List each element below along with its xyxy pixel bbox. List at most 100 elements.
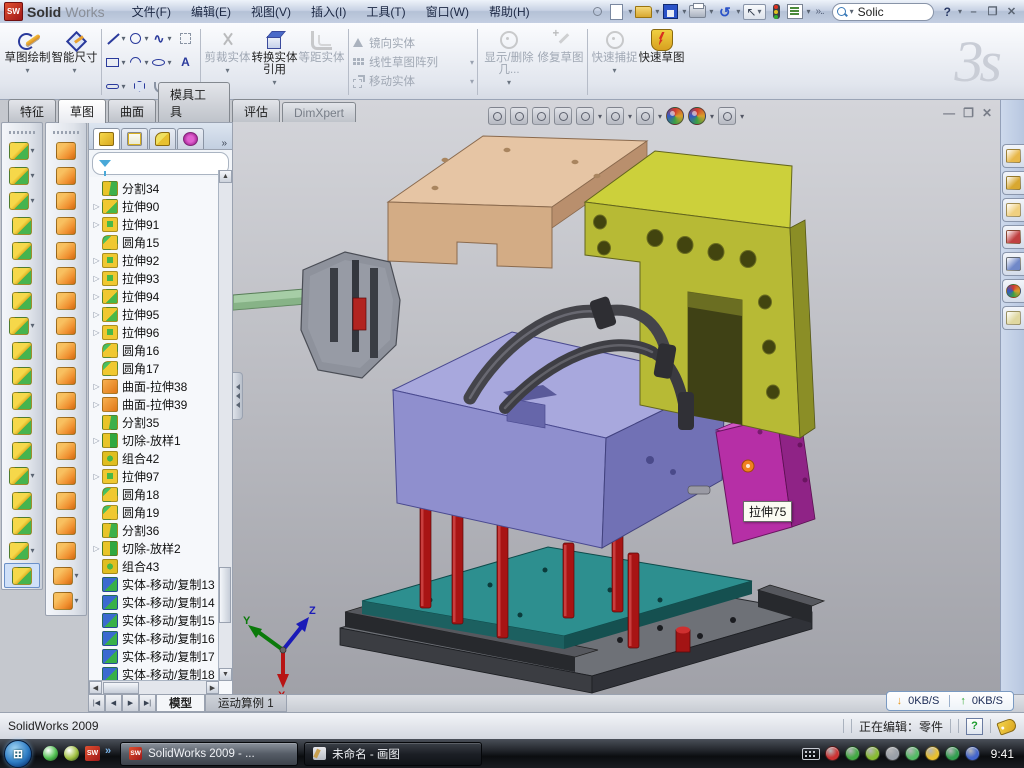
help-button[interactable]: ? [940, 5, 955, 19]
tree-item[interactable]: 分割36 [91, 521, 232, 539]
pin-icon[interactable] [593, 7, 602, 16]
tree-item[interactable]: 圆角16 [91, 341, 232, 359]
rapid-sketch-button[interactable]: 快速草图 [638, 25, 685, 99]
taskbar-task-1[interactable]: 未命名 - 画图 [304, 742, 482, 766]
section-view-icon[interactable] [554, 107, 572, 125]
tree-item[interactable]: ▷拉伸97 [91, 467, 232, 485]
help-caret[interactable]: ▾ [958, 7, 962, 16]
scroll-right-icon[interactable]: ▶ [206, 681, 219, 694]
tree-item[interactable]: 实体-移动/复制13 [91, 575, 232, 593]
rib-button[interactable] [4, 338, 40, 363]
surface-curves-button[interactable]: ▾ [48, 588, 84, 613]
doc-nav-first-button[interactable]: |◀ [88, 695, 105, 712]
doc-nav-previous-button[interactable]: ◀ [105, 695, 122, 712]
axis-button[interactable] [4, 513, 40, 538]
panel-splitter[interactable] [233, 372, 243, 420]
thicken-button[interactable] [48, 338, 84, 363]
view-orientation-caret[interactable]: ▾ [598, 112, 602, 121]
move-entities-button[interactable]: 移动实体 ▾ [352, 73, 474, 89]
view-settings-icon[interactable] [718, 107, 736, 125]
fillet-button[interactable]: ▾ [4, 188, 40, 213]
edit-appearance-icon[interactable] [666, 107, 684, 125]
tab-configuration-manager[interactable] [149, 128, 176, 149]
design-library-tab[interactable] [1002, 171, 1024, 195]
scroll-left-icon[interactable]: ◀ [89, 681, 102, 694]
ellipse-button[interactable]: ▾ [151, 50, 174, 74]
vertical-scroll-thumb[interactable] [219, 567, 231, 623]
tree-item[interactable]: 圆角19 [91, 503, 232, 521]
tree-item[interactable]: ▷拉伸96 [91, 323, 232, 341]
tree-item[interactable]: ▷拉伸90 [91, 197, 232, 215]
surface-curves-caret[interactable]: ▾ [74, 596, 78, 605]
zoom-to-fit-icon[interactable] [488, 107, 506, 125]
extruded-cut-button[interactable]: ▾ [4, 163, 40, 188]
health-shield-tray-icon[interactable] [945, 746, 960, 761]
view-settings-caret[interactable]: ▾ [740, 112, 744, 121]
ribbon-tab-4[interactable]: 评估 [232, 99, 280, 122]
options-button[interactable] [787, 4, 804, 20]
repair-sketch-button[interactable]: 修复草图 [537, 25, 584, 99]
smart-dimension-caret[interactable]: ▾ [72, 65, 76, 77]
expand-arrow-icon[interactable]: ▷ [91, 382, 102, 391]
doc-close-button[interactable]: ✕ [982, 106, 992, 120]
untrim-surface-button[interactable] [48, 513, 84, 538]
undo-button[interactable]: ↺ [716, 4, 733, 20]
sketch-button[interactable]: 草图绘制 ▾ [4, 25, 51, 99]
tree-filter-box[interactable] [92, 152, 229, 175]
expand-arrow-icon[interactable]: ▷ [91, 328, 102, 337]
tree-item[interactable]: ▷曲面-拉伸39 [91, 395, 232, 413]
tab-feature-manager[interactable] [93, 128, 120, 149]
expand-arrow-icon[interactable]: ▷ [91, 220, 102, 229]
spline-button[interactable]: ∿▾ [151, 26, 174, 50]
panel-overflow-chevron[interactable]: » [218, 138, 230, 149]
solidworks-resources-tab[interactable] [1002, 144, 1024, 168]
hide-show-items-icon[interactable] [636, 107, 654, 125]
tree-item[interactable]: 实体-移动/复制15 [91, 611, 232, 629]
tag-icon[interactable] [996, 717, 1017, 735]
toolbar-overflow-icon[interactable]: ».. [816, 6, 824, 17]
reference-geometry-button[interactable]: ▾ [4, 463, 40, 488]
scroll-up-icon[interactable]: ▲ [219, 170, 232, 183]
convert-entities-button[interactable]: 转换实体引用 ▾ [251, 25, 298, 99]
expand-arrow-icon[interactable]: ▷ [91, 400, 102, 409]
extruded-cut-caret[interactable]: ▾ [30, 171, 34, 180]
ribbon-tab-1[interactable]: 草图 [58, 99, 106, 123]
horizontal-scroll-thumb[interactable] [103, 682, 139, 694]
menu-item-3[interactable]: 插入(I) [302, 0, 355, 23]
menu-item-0[interactable]: 文件(F) [123, 0, 180, 23]
input-method-icon[interactable] [802, 748, 820, 760]
zoom-to-area-icon[interactable] [510, 107, 528, 125]
tree-item[interactable]: 实体-移动/复制16 [91, 629, 232, 647]
replace-face-button[interactable] [48, 413, 84, 438]
draft-button[interactable] [4, 263, 40, 288]
extended-surface-button[interactable] [48, 188, 84, 213]
flange-surface-button[interactable] [48, 213, 84, 238]
tree-item[interactable]: 组合42 [91, 449, 232, 467]
display-delete-relations-button[interactable]: 显示/删除几... ▾ [481, 25, 537, 99]
extruded-boss-caret[interactable]: ▾ [30, 146, 34, 155]
revolved-surface-button[interactable] [48, 163, 84, 188]
shell-button[interactable] [4, 238, 40, 263]
scroll-down-icon[interactable]: ▼ [219, 668, 232, 681]
previous-view-icon[interactable] [532, 107, 550, 125]
tree-item[interactable]: 分割34 [91, 179, 232, 197]
planar-surface-button[interactable] [48, 263, 84, 288]
network-sync-tray-icon[interactable] [905, 746, 920, 761]
file-explorer-tab[interactable] [1002, 198, 1024, 222]
hide-show-items-caret[interactable]: ▾ [658, 112, 662, 121]
offset-surface-button[interactable] [48, 288, 84, 313]
delete-face-button[interactable] [48, 388, 84, 413]
extruded-boss-button[interactable]: ▾ [4, 138, 40, 163]
reference-geometry-caret[interactable]: ▾ [30, 471, 34, 480]
doc-tab-1[interactable]: 运动算例 1 [205, 695, 287, 712]
menu-item-1[interactable]: 编辑(E) [182, 0, 240, 23]
tree-item[interactable]: ▷拉伸91 [91, 215, 232, 233]
point-button[interactable] [4, 488, 40, 513]
arc-button[interactable]: ▾ [128, 50, 151, 74]
mirror-entities-button[interactable]: 镜向实体 [352, 35, 474, 51]
tree-item[interactable]: ▷切除-放样1 [91, 431, 232, 449]
menu-item-5[interactable]: 窗口(W) [417, 0, 478, 23]
menu-item-2[interactable]: 视图(V) [242, 0, 300, 23]
quick-tips-button[interactable]: ? [966, 718, 983, 735]
new-file-caret[interactable]: ▾ [628, 7, 632, 16]
